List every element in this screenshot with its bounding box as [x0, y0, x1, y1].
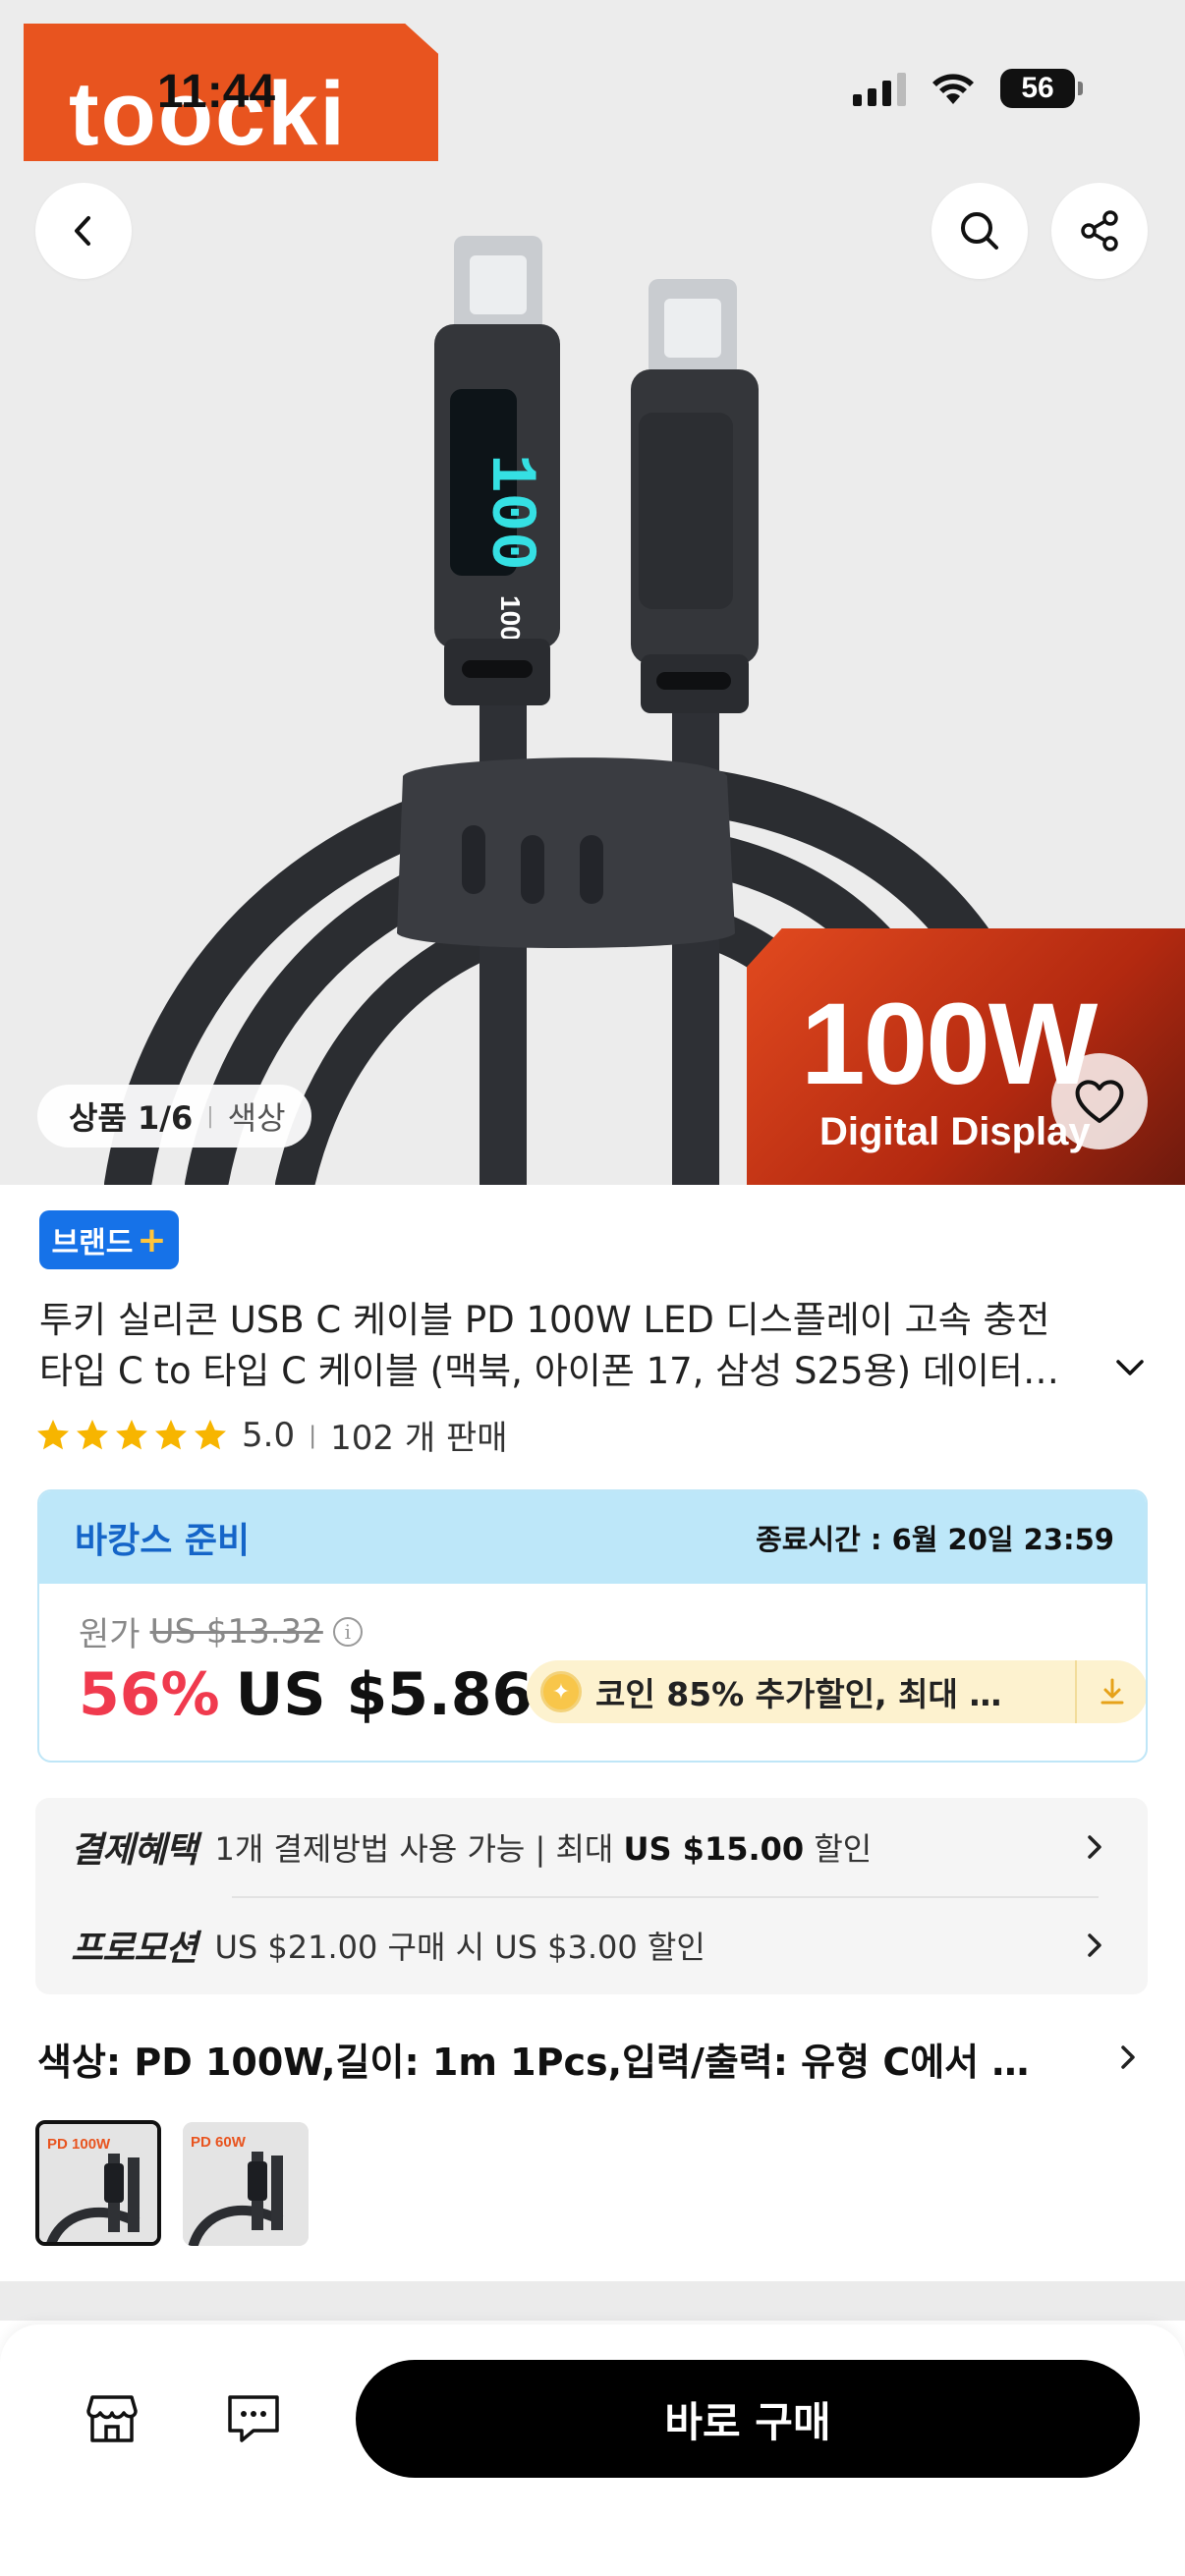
image-counter-label: 색상	[227, 1099, 286, 1137]
option-thumbnail-60w[interactable]: PD 60W	[183, 2122, 309, 2246]
rating-stars	[35, 1418, 228, 1453]
star-icon	[155, 1419, 187, 1449]
chat-icon[interactable]	[222, 2387, 285, 2450]
image-counter[interactable]: 상품 1/6 | 색상	[37, 1085, 311, 1148]
original-price-row: 원가 US $13.32 i	[79, 1607, 363, 1655]
sale-end-time: 종료시간 : 6월 20일 23:59	[756, 1523, 1114, 1556]
sale-header: 바캉스 준비 종료시간 : 6월 20일 23:59	[39, 1491, 1146, 1584]
download-coupon-button[interactable]	[1075, 1660, 1146, 1723]
status-icons: 56	[853, 69, 1083, 108]
chevron-right-icon	[1088, 1933, 1101, 1957]
share-icon	[1081, 210, 1118, 252]
heart-icon	[1075, 1080, 1124, 1123]
option-thumbnail-100w[interactable]: PD 100W	[35, 2120, 161, 2246]
product-title-line-2: 타입 C to 타입 C 케이블 (맥북, 아이폰 17, 삼성 S25용) 데…	[39, 1350, 1059, 1392]
benefits-box: 결제혜택 1개 결제방법 사용 가능 | 최대 US $15.00 할인 프로모…	[35, 1798, 1148, 1994]
promotion-label: 프로모션	[71, 1929, 198, 1969]
payment-benefit-text: 1개 결제방법 사용 가능 | 최대 US $15.00 할인	[214, 1824, 872, 1870]
price-row: 56% US $5.86	[79, 1660, 533, 1729]
chevron-right-icon	[1088, 1835, 1101, 1859]
original-price: US $13.32	[149, 1611, 323, 1652]
image-counter-divider: |	[206, 1103, 214, 1129]
product-image-gallery[interactable]: 100 100W toocki 11:44 56 100W Digital Di…	[0, 0, 1185, 1185]
chevron-right-icon[interactable]	[1110, 2040, 1146, 2075]
sold-count: 102 개 판매	[330, 1419, 508, 1458]
star-icon	[195, 1419, 226, 1449]
info-icon[interactable]: i	[332, 1616, 363, 1647]
promotion-row[interactable]: 프로모션 US $21.00 구매 시 US $3.00 할인	[71, 1900, 1112, 1990]
payment-benefit-row[interactable]: 결제혜택 1개 결제방법 사용 가능 | 최대 US $15.00 할인	[71, 1802, 1112, 1892]
product-title-line-1: 투키 실리콘 USB C 케이블 PD 100W LED 디스플레이 고속 충전	[39, 1299, 1050, 1341]
payment-benefit-amount: US $15.00	[623, 1830, 805, 1868]
coin-icon: ✦	[540, 1671, 582, 1712]
star-icon	[77, 1419, 108, 1449]
plus-icon: +	[137, 1219, 167, 1260]
star-icon	[37, 1419, 69, 1449]
download-icon	[1100, 1678, 1124, 1705]
rating-value: 5.0	[242, 1415, 296, 1455]
star-icon	[116, 1419, 147, 1449]
rating-divider: |	[309, 1421, 317, 1449]
brand-plus-badge: 브랜드 +	[39, 1210, 179, 1269]
promo-subtitle: Digital Display	[819, 1110, 1091, 1153]
chevron-down-icon[interactable]	[1110, 1348, 1150, 1387]
status-time: 11:44	[157, 66, 276, 118]
search-icon	[961, 212, 998, 250]
sale-box: 바캉스 준비 종료시간 : 6월 20일 23:59 원가 US $13.32 …	[37, 1489, 1148, 1763]
back-arrow-icon	[75, 216, 90, 246]
sale-title: 바캉스 준비	[75, 1521, 251, 1561]
discount-percent: 56%	[79, 1660, 220, 1729]
rating-row[interactable]: 5.0 | 102 개 판매	[35, 1411, 508, 1459]
bottom-action-bar: 바로 구매	[0, 2324, 1185, 2576]
brand-badge-label: 브랜드	[51, 1226, 134, 1260]
promotion-text: US $21.00 구매 시 US $3.00 할인	[214, 1929, 705, 1966]
sale-price: US $5.86	[235, 1660, 534, 1729]
image-counter-number: 상품 1/6	[69, 1099, 194, 1137]
option-thumbnail-label: PD 60W	[191, 2134, 246, 2151]
payment-benefit-label: 결제혜택	[71, 1830, 198, 1871]
battery-icon: 56	[1000, 69, 1083, 108]
original-price-label: 원가	[79, 1615, 141, 1654]
coin-discount-pill[interactable]: ✦ 코인 85% 추가할인, 최대 US $0.30	[527, 1660, 1146, 1723]
payment-benefit-suffix: 할인	[804, 1830, 873, 1868]
selected-option-title[interactable]: 색상: PD 100W,길이: 1m 1Pcs,입력/출력: 유형 C에서 유형…	[37, 2032, 1059, 2086]
share-button[interactable]	[1051, 183, 1148, 279]
payment-benefit-prefix: 1개 결제방법 사용 가능 | 최대	[214, 1830, 624, 1868]
coin-discount-text: 코인 85% 추가할인, 최대 US $0.30	[595, 1675, 1028, 1713]
back-button[interactable]	[35, 183, 132, 279]
option-thumbnail-label: PD 100W	[47, 2136, 111, 2153]
buy-now-button[interactable]: 바로 구매	[356, 2360, 1140, 2478]
product-title[interactable]: 투키 실리콘 USB C 케이블 PD 100W LED 디스플레이 고속 충전…	[39, 1295, 1120, 1397]
cellular-signal-icon	[853, 71, 906, 106]
wifi-icon	[932, 74, 974, 104]
wishlist-button[interactable]	[1051, 1053, 1148, 1149]
store-icon[interactable]	[81, 2387, 143, 2450]
section-separator	[0, 2281, 1185, 2321]
search-button[interactable]	[931, 183, 1028, 279]
svg-text:100: 100	[474, 454, 547, 571]
benefit-divider	[232, 1896, 1099, 1898]
